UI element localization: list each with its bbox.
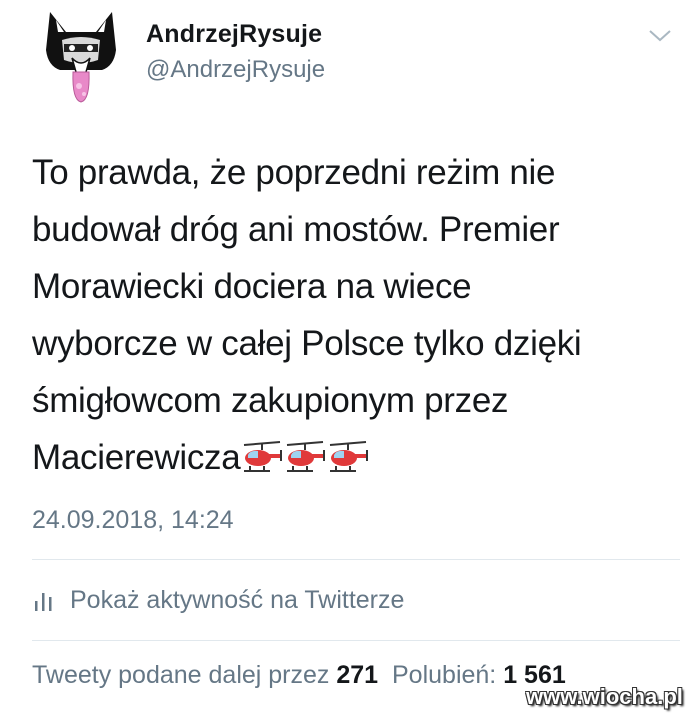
retweets-count[interactable]: 271 bbox=[336, 661, 378, 689]
helicopter-icon bbox=[287, 441, 326, 472]
tweet-header: AndrzejRysuje @AndrzejRysuje bbox=[0, 0, 700, 120]
tweet-line-last: Macierewicza bbox=[32, 429, 672, 486]
helicopter-emoji-group bbox=[240, 438, 369, 477]
tweet-timestamp[interactable]: 24.09.2018, 14:24 bbox=[32, 506, 234, 535]
author-display-name[interactable]: AndrzejRysuje bbox=[146, 20, 322, 49]
avatar[interactable] bbox=[36, 10, 126, 105]
tweet-stats: Tweety podane dalej przez 271 Polubień: … bbox=[32, 661, 566, 690]
cat-avatar-icon bbox=[46, 12, 116, 103]
divider bbox=[32, 559, 680, 560]
tweet-activity-label: Pokaż aktywność na Twitterze bbox=[70, 585, 405, 614]
tweet-line: Morawiecki dociera na wiece bbox=[32, 267, 472, 306]
divider bbox=[32, 640, 680, 641]
watermark: www.wiocha.pl bbox=[526, 684, 683, 709]
author-handle[interactable]: @AndrzejRysuje bbox=[146, 56, 325, 84]
tweet-activity-link[interactable]: Pokaż aktywność na Twitterze bbox=[32, 580, 532, 620]
tweet-text: To prawda, że poprzedni reżim nie budowa… bbox=[32, 144, 672, 486]
tweet-line: Macierewicza bbox=[32, 438, 241, 477]
bar-chart-icon bbox=[35, 593, 52, 611]
tweet-line: To prawda, że poprzedni reżim nie bbox=[32, 153, 556, 192]
tweet-line: budował dróg ani mostów. Premier bbox=[32, 210, 560, 249]
helicopter-icon bbox=[244, 441, 283, 472]
retweets-label: Tweety podane dalej przez bbox=[32, 661, 330, 689]
helicopter-icon bbox=[330, 441, 369, 472]
tweet-line: wyborcze w całej Polsce tylko dzięki bbox=[32, 324, 582, 363]
tweet-line: śmigłowcom zakupionym przez bbox=[32, 381, 509, 420]
chevron-down-icon[interactable] bbox=[648, 28, 672, 44]
likes-label: Polubień: bbox=[392, 661, 497, 689]
